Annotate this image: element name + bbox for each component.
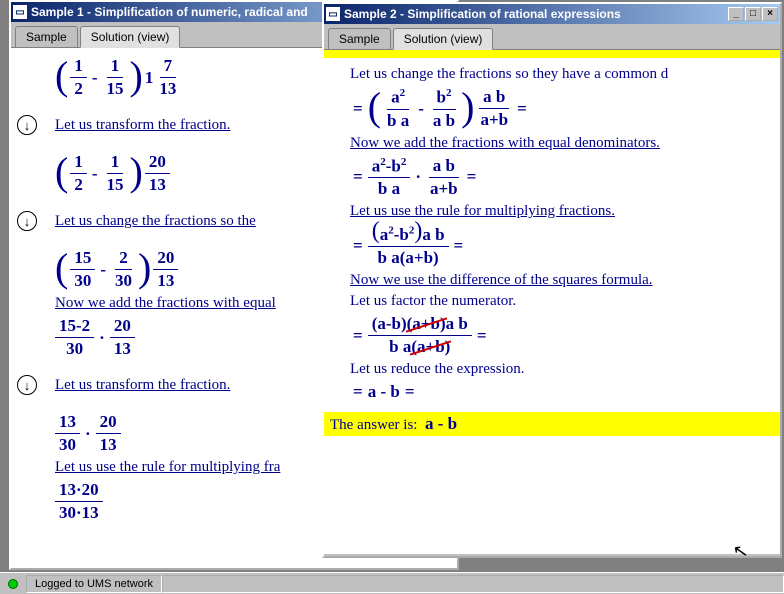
maximize-button[interactable]: □ [745,7,761,21]
cancelled-term: (a+b) [407,314,446,333]
status-bar: Logged to UMS network [0,572,784,594]
answer-row: The answer is: a - b [324,412,780,436]
app-icon: ▭ [326,7,340,21]
step-caption: Now we use the difference of the squares… [350,272,776,289]
window-sample-2: ▭ Sample 2 - Simplification of rational … [322,2,782,558]
tab-solution-1[interactable]: Solution (view) [80,26,181,48]
expand-step-icon[interactable]: ↓ [17,375,37,395]
answer-label: The answer is: [330,417,417,433]
content-area-2[interactable]: Let us change the fractions so they have… [324,50,780,554]
tabs-2: Sample Solution (view) [324,24,780,50]
window-title-2: Sample 2 - Simplification of rational ex… [344,7,728,21]
cancelled-term: (a+b) [411,337,450,356]
highlight-bar [324,50,780,58]
app-icon: ▭ [13,5,27,19]
tab-solution-2[interactable]: Solution (view) [393,28,494,50]
tab-sample-2[interactable]: Sample [328,28,391,49]
connection-indicator-icon [8,579,18,589]
minimize-button[interactable]: _ [728,7,744,21]
step-caption: Let us factor the numerator. [350,293,776,310]
titlebar-2[interactable]: ▭ Sample 2 - Simplification of rational … [324,4,780,24]
step-caption: Now we add the fractions with equal deno… [350,135,776,152]
step-caption: Let us change the fractions so they have… [350,66,776,83]
expand-step-icon[interactable]: ↓ [17,211,37,231]
expand-step-icon[interactable]: ↓ [17,115,37,135]
tab-sample-1[interactable]: Sample [15,26,78,47]
close-button[interactable]: × [762,7,778,21]
status-text: Logged to UMS network [26,575,162,593]
answer-value: a - b [425,414,457,433]
step-caption: Let us reduce the expression. [350,361,776,378]
